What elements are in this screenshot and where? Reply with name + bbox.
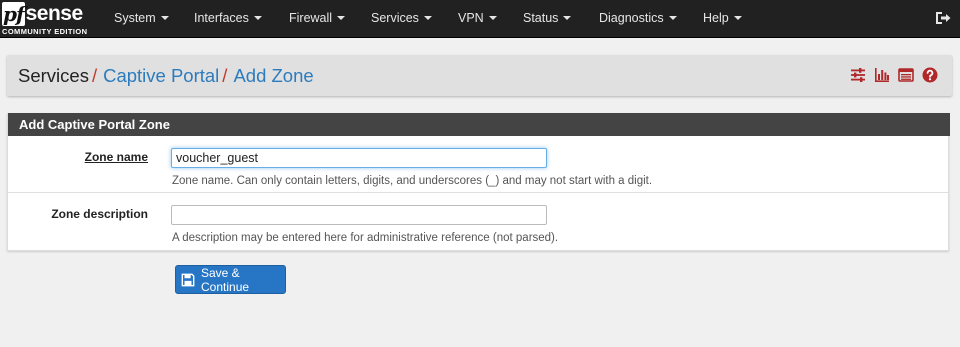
nav-services[interactable]: Services bbox=[371, 11, 432, 25]
nav-help[interactable]: Help bbox=[703, 11, 742, 25]
bar-chart-icon[interactable] bbox=[874, 67, 890, 83]
nav-label: System bbox=[114, 11, 156, 25]
nav-firewall[interactable]: Firewall bbox=[289, 11, 346, 25]
breadcrumb-services: Services bbox=[18, 65, 89, 86]
save-floppy-icon bbox=[181, 273, 195, 286]
form-row-zone-description: Zone description A description may be en… bbox=[8, 193, 950, 250]
breadcrumb-separator: / bbox=[91, 65, 98, 86]
zone-name-help: Zone name. Can only contain letters, dig… bbox=[172, 175, 653, 187]
zone-description-input[interactable] bbox=[171, 205, 547, 225]
save-continue-label: Save & Continue bbox=[201, 265, 250, 294]
nav-status[interactable]: Status bbox=[523, 11, 572, 25]
caret-down-icon bbox=[253, 16, 262, 20]
logo-edition: COMMUNITY EDITION bbox=[2, 27, 88, 36]
zone-description-label: Zone description bbox=[51, 207, 148, 221]
sliders-icon[interactable] bbox=[850, 67, 866, 83]
add-zone-panel: Add Captive Portal Zone Zone name Zone n… bbox=[7, 113, 950, 251]
breadcrumb-separator: / bbox=[222, 65, 228, 86]
top-navbar: pf sense COMMUNITY EDITION System Interfa… bbox=[0, 0, 960, 38]
pfsense-logo[interactable]: pf sense COMMUNITY EDITION bbox=[2, 2, 92, 37]
nav-vpn[interactable]: VPN bbox=[458, 11, 497, 25]
logo-wordmark: pf sense bbox=[2, 2, 83, 26]
nav-system[interactable]: System bbox=[114, 11, 169, 25]
caret-down-icon bbox=[668, 16, 677, 20]
breadcrumb-add-zone[interactable]: Add Zone bbox=[233, 65, 313, 86]
zone-description-help: A description may be entered here for ad… bbox=[172, 232, 559, 244]
save-continue-button[interactable]: Save & Continue bbox=[175, 265, 286, 294]
zone-name-label: Zone name bbox=[84, 150, 148, 164]
caret-down-icon bbox=[160, 16, 169, 20]
caret-down-icon bbox=[563, 16, 572, 20]
sign-out-icon[interactable] bbox=[935, 10, 951, 26]
nav-label: Interfaces bbox=[194, 11, 249, 25]
help-question-icon[interactable] bbox=[922, 67, 938, 83]
caret-down-icon bbox=[733, 16, 742, 20]
nav-label: Diagnostics bbox=[599, 11, 664, 25]
caret-down-icon bbox=[488, 16, 497, 20]
caret-down-icon bbox=[337, 16, 346, 20]
nav-diagnostics[interactable]: Diagnostics bbox=[599, 11, 677, 25]
nav-label: Status bbox=[523, 11, 559, 25]
breadcrumb: Services / Captive Portal / Add Zone bbox=[18, 65, 314, 87]
nav-interfaces[interactable]: Interfaces bbox=[194, 11, 262, 25]
breadcrumb-captive-portal[interactable]: Captive Portal bbox=[103, 65, 219, 86]
nav-label: Help bbox=[703, 11, 729, 25]
nav-label: Services bbox=[371, 11, 419, 25]
caret-down-icon bbox=[423, 16, 432, 20]
header-icon-group bbox=[850, 67, 938, 83]
nav-label: Firewall bbox=[289, 11, 333, 25]
page-header: Services / Captive Portal / Add Zone bbox=[7, 55, 952, 96]
log-list-icon[interactable] bbox=[898, 67, 914, 83]
panel-title: Add Captive Portal Zone bbox=[8, 113, 950, 136]
zone-name-input[interactable] bbox=[171, 148, 547, 168]
nav-label: VPN bbox=[458, 11, 484, 25]
form-row-zone-name: Zone name Zone name. Can only contain le… bbox=[8, 136, 950, 193]
